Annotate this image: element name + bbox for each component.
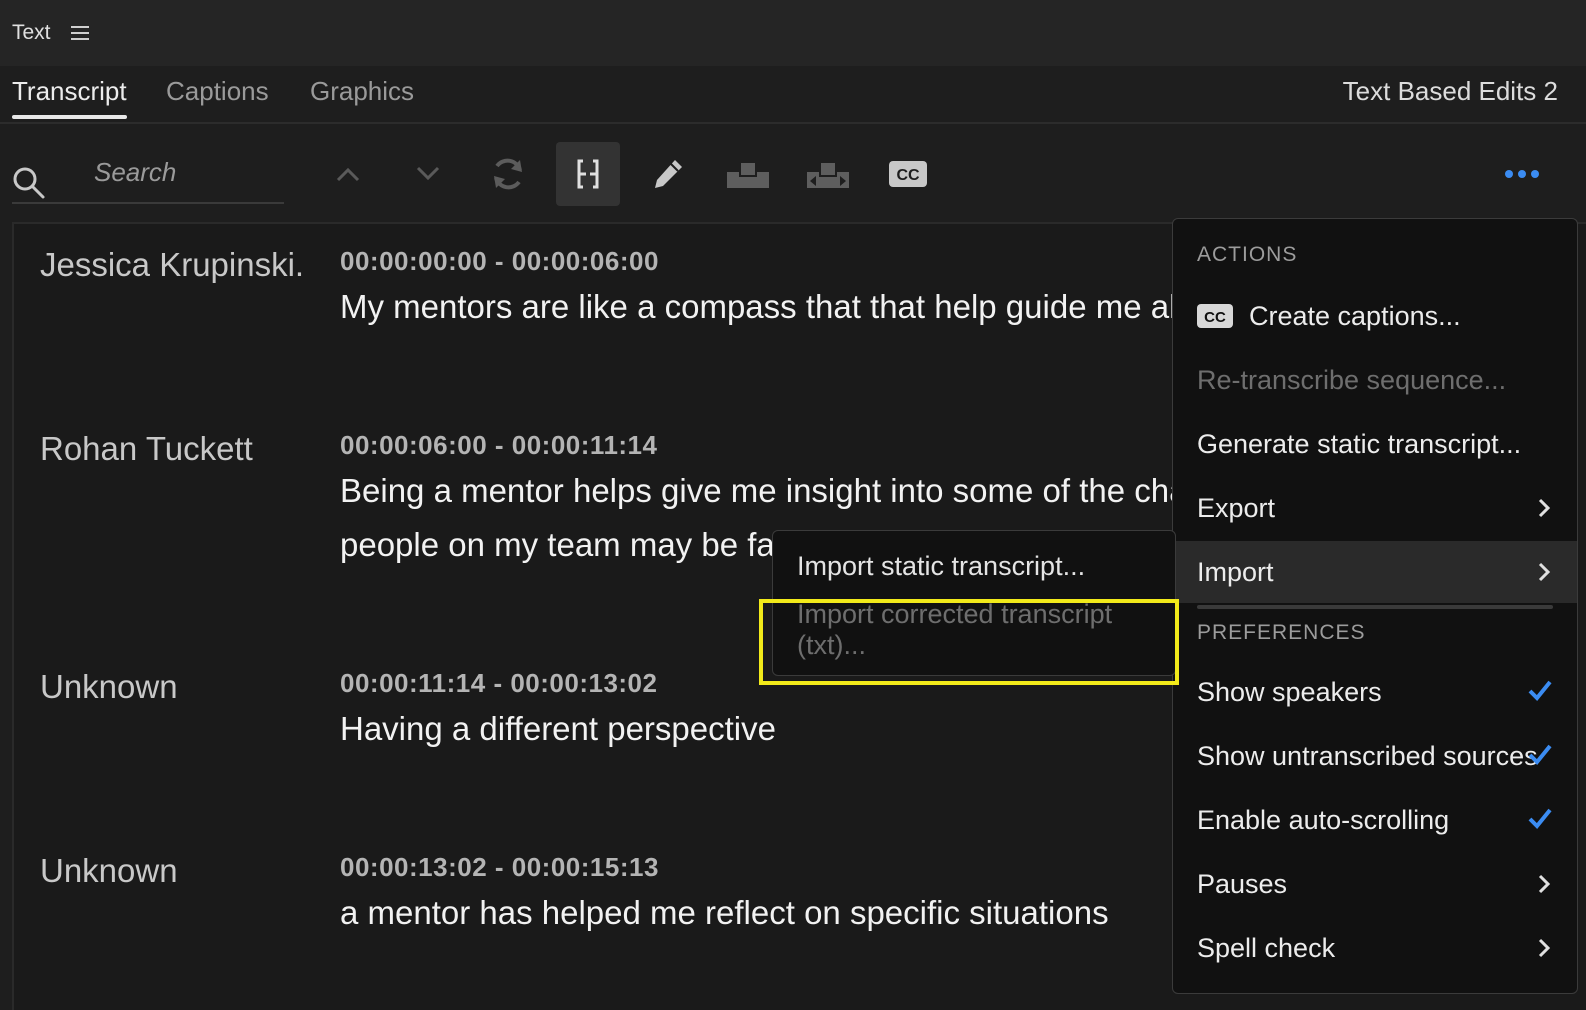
menu-item-label: Show untranscribed sources <box>1197 740 1538 771</box>
timecode: 00:00:13:02 - 00:00:15:13 <box>340 852 659 882</box>
refresh-icon <box>494 158 522 190</box>
menu-item-label: Import <box>1197 556 1274 587</box>
svg-text:CC: CC <box>1204 309 1226 326</box>
menu-item-label: Spell check <box>1197 932 1336 963</box>
options-menu: ACTIONS CC Create captions... Re-transcr… <box>1172 218 1578 994</box>
cc-icon: CC <box>1197 304 1233 328</box>
insert-button[interactable] <box>716 142 780 206</box>
menu-item-label: Show speakers <box>1197 676 1382 707</box>
checkmark-icon <box>1528 680 1552 701</box>
search-box[interactable] <box>12 148 284 204</box>
split-clip-icon <box>577 159 599 189</box>
submenu-item-import-corrected-transcript: Import corrected transcript (txt)... <box>773 599 1175 661</box>
overwrite-button[interactable] <box>796 142 860 206</box>
timecode: 00:00:11:14 - 00:00:13:02 <box>340 668 658 698</box>
submenu-item-label: Import corrected transcript (txt)... <box>797 599 1113 660</box>
menu-item-retranscribe: Re-transcribe sequence... <box>1173 349 1577 411</box>
panel-header: Text <box>0 0 1586 66</box>
menu-item-label: Re-transcribe sequence... <box>1197 364 1507 395</box>
sequence-name: Text Based Edits 2 <box>1342 76 1558 106</box>
insert-icon <box>727 161 769 188</box>
captions-button[interactable]: CC <box>876 142 940 206</box>
toolbar: CC <box>0 136 1586 208</box>
menu-item-create-captions[interactable]: CC Create captions... <box>1173 285 1577 347</box>
transcript-text[interactable]: a mentor has helped me reflect on specif… <box>340 886 1109 940</box>
cc-icon: CC <box>889 161 927 187</box>
previous-result-button[interactable] <box>316 142 380 206</box>
submenu-item-label: Import static transcript... <box>797 550 1086 581</box>
next-result-button[interactable] <box>396 142 460 206</box>
chevron-right-icon <box>1538 874 1551 894</box>
menu-item-show-speakers[interactable]: Show speakers <box>1173 661 1577 723</box>
menu-item-label: Export <box>1197 492 1276 523</box>
tab-transcript[interactable]: Transcript <box>12 76 127 119</box>
submenu-item-import-static-transcript[interactable]: Import static transcript... <box>773 535 1175 597</box>
more-icon <box>1505 170 1539 178</box>
transcript-text[interactable]: My mentors are like a compass that that … <box>340 280 1206 334</box>
checkmark-icon <box>1528 808 1552 829</box>
tab-captions[interactable]: Captions <box>166 76 269 117</box>
tab-bar: Transcript Captions Graphics Text Based … <box>0 66 1586 124</box>
edit-button[interactable] <box>636 142 700 206</box>
menu-item-generate-static-transcript[interactable]: Generate static transcript... <box>1173 413 1577 475</box>
menu-item-import[interactable]: Import <box>1173 541 1577 603</box>
menu-item-label: Generate static transcript... <box>1197 428 1522 459</box>
more-options-button[interactable] <box>1490 142 1554 206</box>
panel-menu-icon[interactable] <box>70 26 89 40</box>
pencil-icon <box>655 160 682 188</box>
menu-section-actions: ACTIONS <box>1197 243 1298 266</box>
menu-item-export[interactable]: Export <box>1173 477 1577 539</box>
timecode: 00:00:00:00 - 00:00:06:00 <box>340 246 659 276</box>
checkmark-icon <box>1528 744 1552 765</box>
refresh-button[interactable] <box>476 142 540 206</box>
chevron-up-icon <box>336 167 360 182</box>
chevron-right-icon <box>1538 938 1551 958</box>
menu-item-label: Create captions... <box>1249 300 1461 331</box>
search-icon <box>12 166 46 205</box>
speaker-name[interactable]: Rohan Tuckett <box>40 430 253 468</box>
svg-text:CC: CC <box>896 167 920 184</box>
menu-item-show-untranscribed-sources[interactable]: Show untranscribed sources <box>1173 725 1577 787</box>
menu-divider <box>1197 605 1553 609</box>
import-submenu: Import static transcript... Import corre… <box>772 530 1176 676</box>
chevron-right-icon <box>1538 562 1551 582</box>
split-clip-button[interactable] <box>556 142 620 206</box>
search-input[interactable] <box>94 152 274 192</box>
tab-graphics[interactable]: Graphics <box>310 76 414 117</box>
speaker-name[interactable]: Jessica Krupinski. <box>40 246 304 284</box>
chevron-right-icon <box>1538 498 1551 518</box>
menu-item-pauses[interactable]: Pauses <box>1173 853 1577 915</box>
panel-title: Text <box>12 21 51 44</box>
speaker-name[interactable]: Unknown <box>40 852 178 890</box>
transcript-text[interactable]: people on my team may be fac <box>340 518 791 572</box>
menu-section-preferences: PREFERENCES <box>1197 621 1366 644</box>
transcript-text[interactable]: Having a different perspective <box>340 702 776 756</box>
speaker-name[interactable]: Unknown <box>40 668 178 706</box>
transcript-text[interactable]: Being a mentor helps give me insight int… <box>340 464 1202 518</box>
menu-item-spell-check[interactable]: Spell check <box>1173 917 1577 979</box>
overwrite-icon <box>807 161 849 188</box>
timecode: 00:00:06:00 - 00:00:11:14 <box>340 430 658 460</box>
menu-item-label: Pauses <box>1197 868 1288 899</box>
menu-item-label: Enable auto-scrolling <box>1197 804 1450 835</box>
chevron-down-icon <box>416 166 440 181</box>
menu-item-enable-auto-scrolling[interactable]: Enable auto-scrolling <box>1173 789 1577 851</box>
